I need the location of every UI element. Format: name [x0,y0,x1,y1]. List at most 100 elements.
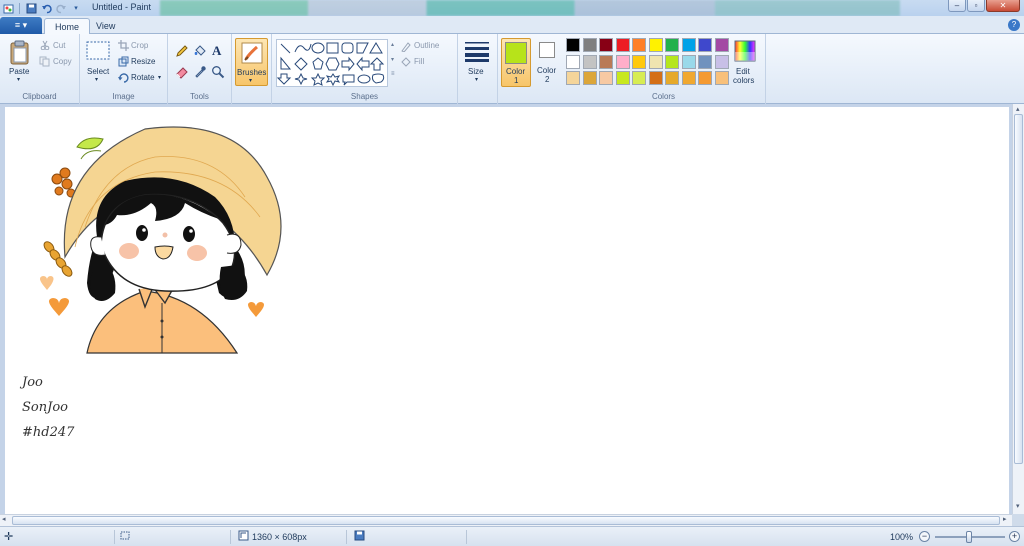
size-dropdown-icon[interactable]: ▾ [475,76,478,83]
color-swatch[interactable] [648,71,663,85]
color-swatch[interactable] [615,71,630,85]
rotate-label[interactable]: Rotate [131,73,155,82]
color2-button[interactable]: Color 2 [536,38,562,87]
color-swatch[interactable] [599,71,613,85]
shapes-scroll-up-icon[interactable]: ▴ [391,41,394,48]
crop-icon[interactable] [118,40,129,53]
cut-label[interactable]: Cut [53,41,65,50]
clipboard-group: Paste ▾ Cut Copy Clipboard [0,34,80,104]
select-icon[interactable] [86,41,110,63]
fill-bucket-icon[interactable] [193,44,207,60]
color-swatch[interactable] [599,54,613,69]
color-swatch[interactable] [714,71,729,85]
file-menu-button[interactable]: ≡ ▾ [0,17,42,34]
select-label[interactable]: Select [87,67,109,76]
undo-icon[interactable] [40,2,52,14]
zoom-in-button[interactable]: + [1009,531,1020,542]
color-swatch[interactable] [615,54,630,69]
color-swatch[interactable] [665,71,679,85]
rotate-dropdown-icon[interactable]: ▾ [158,74,161,81]
window-title: Untitled - Paint [92,2,152,12]
maximize-button[interactable]: ▫ [967,0,985,12]
color1-button[interactable]: Color 1 [501,38,531,87]
color-swatch[interactable] [714,38,729,52]
color-swatch[interactable] [648,54,663,69]
edit-colors-icon[interactable] [734,40,756,64]
color-swatch[interactable] [698,38,712,52]
color-swatch[interactable] [582,71,597,85]
tab-view[interactable]: View [86,18,125,35]
color-swatch[interactable] [714,54,729,69]
paste-icon[interactable] [9,40,31,68]
shapes-more-icon[interactable]: ≡ [391,71,395,77]
paste-dropdown-icon[interactable]: ▾ [17,76,20,83]
color-swatch[interactable] [582,38,597,52]
eraser-icon[interactable] [175,65,189,81]
zoom-slider-thumb[interactable] [966,531,972,543]
divider [346,530,347,544]
help-icon[interactable]: ? [1008,19,1020,31]
customize-dropdown-icon[interactable]: ▾ [70,2,82,14]
color-swatch[interactable] [632,38,646,52]
minimize-button[interactable]: – [948,0,966,12]
scroll-left-icon[interactable]: ◂ [2,515,6,523]
scroll-up-icon[interactable]: ▴ [1016,105,1020,113]
fill-icon[interactable] [400,57,411,70]
outline-label[interactable]: Outline [414,41,439,50]
color-swatch[interactable] [648,38,663,52]
rotate-icon[interactable] [118,72,129,85]
color-swatch[interactable] [665,38,679,52]
color-swatch[interactable] [632,54,646,69]
zoom-out-button[interactable]: − [919,531,930,542]
tab-home[interactable]: Home [44,18,91,35]
vertical-scrollbar[interactable]: ▴ ▾ [1012,104,1024,514]
color-swatch[interactable] [566,38,580,52]
color-swatch[interactable] [681,54,696,69]
size-label[interactable]: Size [468,67,484,76]
copy-icon[interactable] [39,56,50,69]
size-icon[interactable] [464,40,490,64]
outline-icon[interactable] [400,41,411,54]
tools-group-label: Tools [190,92,209,101]
edit-colors-label-line1[interactable]: Edit [736,67,750,76]
color-swatch[interactable] [698,71,712,85]
scroll-down-icon[interactable]: ▾ [1016,502,1020,510]
copy-label[interactable]: Copy [53,57,72,66]
color-picker-icon[interactable] [193,65,207,81]
text-icon[interactable]: A [211,43,225,59]
cut-icon[interactable] [40,40,50,52]
drawing-canvas[interactable]: Joo SonJoo #hd247 [5,107,1009,514]
horizontal-scrollbar[interactable]: ◂ ▸ [0,514,1012,526]
brushes-dropdown-icon: ▾ [249,78,253,84]
paste-label[interactable]: Paste [9,67,29,76]
paint-app-icon[interactable] [2,2,14,14]
brushes-label: Brushes [237,68,267,77]
color-swatch[interactable] [599,38,613,52]
color-swatch[interactable] [632,71,646,85]
color-swatch[interactable] [566,54,580,69]
color-swatch[interactable] [681,38,696,52]
resize-label[interactable]: Resize [131,57,155,66]
magnifier-icon[interactable] [211,65,225,81]
shapes-gallery[interactable] [276,39,388,87]
fill-label[interactable]: Fill [414,57,424,66]
color-swatch[interactable] [582,54,597,69]
edit-colors-label-line2[interactable]: colors [733,76,754,85]
select-dropdown-icon[interactable]: ▾ [95,76,98,83]
redo-icon[interactable] [55,2,67,14]
color-swatch[interactable] [698,54,712,69]
color-swatch[interactable] [566,71,580,85]
color-swatch[interactable] [665,54,679,69]
horizontal-scroll-thumb[interactable] [12,516,1000,525]
color-swatch[interactable] [615,38,630,52]
brushes-button[interactable]: Brushes ▾ [235,38,268,86]
resize-icon[interactable] [118,56,129,69]
save-icon[interactable] [25,2,37,14]
vertical-scroll-thumb[interactable] [1014,114,1023,464]
shapes-scroll-down-icon[interactable]: ▾ [391,56,394,63]
color-swatch[interactable] [681,71,696,85]
scroll-right-icon[interactable]: ▸ [1003,515,1007,523]
crop-label[interactable]: Crop [131,41,148,50]
pencil-icon[interactable] [175,44,189,60]
close-button[interactable]: ✕ [986,0,1020,12]
